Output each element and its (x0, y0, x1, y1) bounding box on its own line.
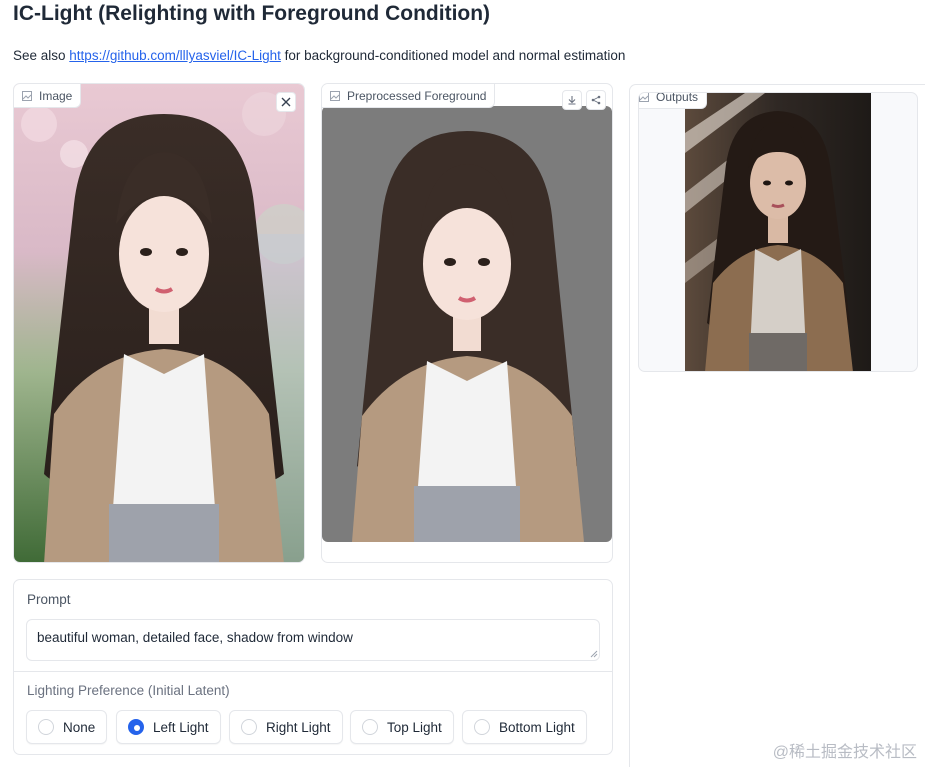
radio-label: Bottom Light (499, 719, 575, 735)
image-icon (22, 90, 32, 101)
image-input-panel[interactable]: Image (13, 83, 305, 563)
radio-bottom-light[interactable]: Bottom Light (462, 710, 587, 744)
lighting-preference-label: Lighting Preference (Initial Latent) (27, 683, 230, 698)
radio-label: None (63, 719, 96, 735)
radio-circle[interactable] (474, 719, 490, 735)
see-also-text: See also https://github.com/lllyasviel/I… (13, 48, 625, 63)
image-label: Image (39, 88, 73, 103)
download-icon (568, 96, 576, 105)
radio-label: Top Light (387, 719, 442, 735)
share-icon (591, 95, 601, 105)
radio-circle[interactable] (38, 719, 54, 735)
radio-left-light[interactable]: Left Light (116, 710, 221, 744)
radio-label: Left Light (153, 719, 209, 735)
share-button[interactable] (586, 90, 606, 110)
close-icon (281, 97, 291, 107)
preprocessed-photo (322, 106, 612, 542)
outputs-label-chip: Outputs (639, 92, 708, 109)
resize-handle-icon[interactable] (590, 650, 598, 658)
image-icon (639, 93, 649, 102)
input-photo (14, 84, 304, 562)
radio-label: Right Light (266, 719, 331, 735)
prompt-block: Prompt beautiful woman, detailed face, s… (13, 579, 613, 755)
preprocessed-panel: Preprocessed Foreground (321, 83, 613, 563)
preprocessed-label-chip: Preprocessed Foreground (322, 84, 496, 108)
radio-right-light[interactable]: Right Light (229, 710, 343, 744)
github-link[interactable]: https://github.com/lllyasviel/IC-Light (69, 48, 281, 63)
outputs-panel: Outputs (638, 92, 918, 372)
radio-circle-selected[interactable] (128, 719, 144, 735)
page-title: IC-Light (Relighting with Foreground Con… (13, 2, 491, 25)
watermark: @稀土掘金技术社区 (772, 744, 917, 761)
image-label-chip: Image (14, 84, 82, 108)
radio-none[interactable]: None (26, 710, 108, 744)
see-also-suffix: for background-conditioned model and nor… (280, 48, 626, 63)
divider (14, 671, 612, 672)
radio-top-light[interactable]: Top Light (350, 710, 454, 744)
preprocessed-label: Preprocessed Foreground (347, 88, 487, 103)
see-also-prefix: See also (13, 48, 70, 63)
download-button[interactable] (562, 90, 582, 110)
prompt-label: Prompt (27, 592, 71, 607)
prompt-input[interactable]: beautiful woman, detailed face, shadow f… (26, 619, 600, 661)
image-icon (330, 90, 340, 101)
radio-circle[interactable] (241, 719, 257, 735)
close-button[interactable] (276, 92, 296, 112)
radio-circle[interactable] (362, 719, 378, 735)
output-photo[interactable] (685, 93, 871, 372)
outputs-label: Outputs (656, 92, 699, 104)
